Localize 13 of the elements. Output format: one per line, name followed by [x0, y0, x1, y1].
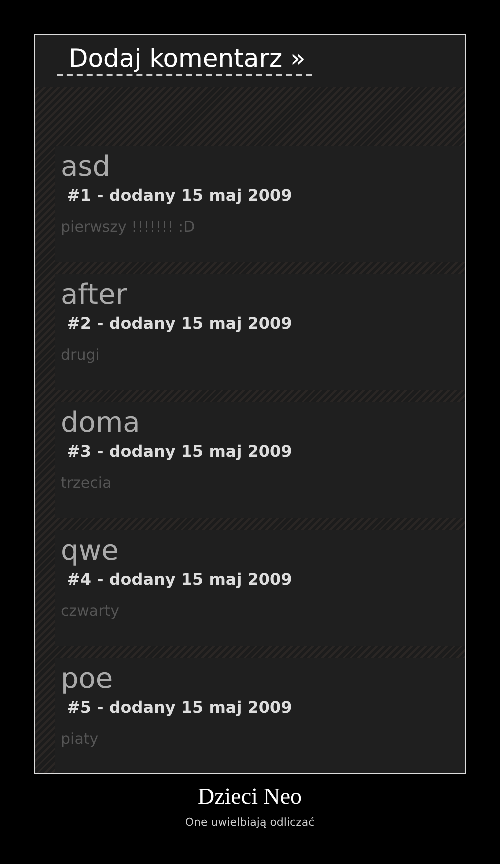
add-comment-link[interactable]: Dodaj komentarz » [57, 43, 312, 76]
comment-author: qwe [61, 534, 119, 568]
comment-date: #3 - dodany 15 maj 2009 [66, 440, 292, 463]
comment-author: poe [61, 662, 114, 696]
comment-author: doma [61, 406, 140, 440]
comment-date: #2 - dodany 15 maj 2009 [66, 312, 292, 335]
poster-title: Dzieci Neo [196, 783, 304, 811]
comment-date: #4 - dodany 15 maj 2009 [66, 568, 292, 591]
comment-date: #5 - dodany 15 maj 2009 [66, 696, 292, 719]
poster-caption: One uwielbiają odliczać [184, 814, 316, 831]
comment-author: after [61, 278, 128, 312]
comment-date: #1 - dodany 15 maj 2009 [66, 184, 292, 207]
comment-author: asd [61, 150, 111, 184]
